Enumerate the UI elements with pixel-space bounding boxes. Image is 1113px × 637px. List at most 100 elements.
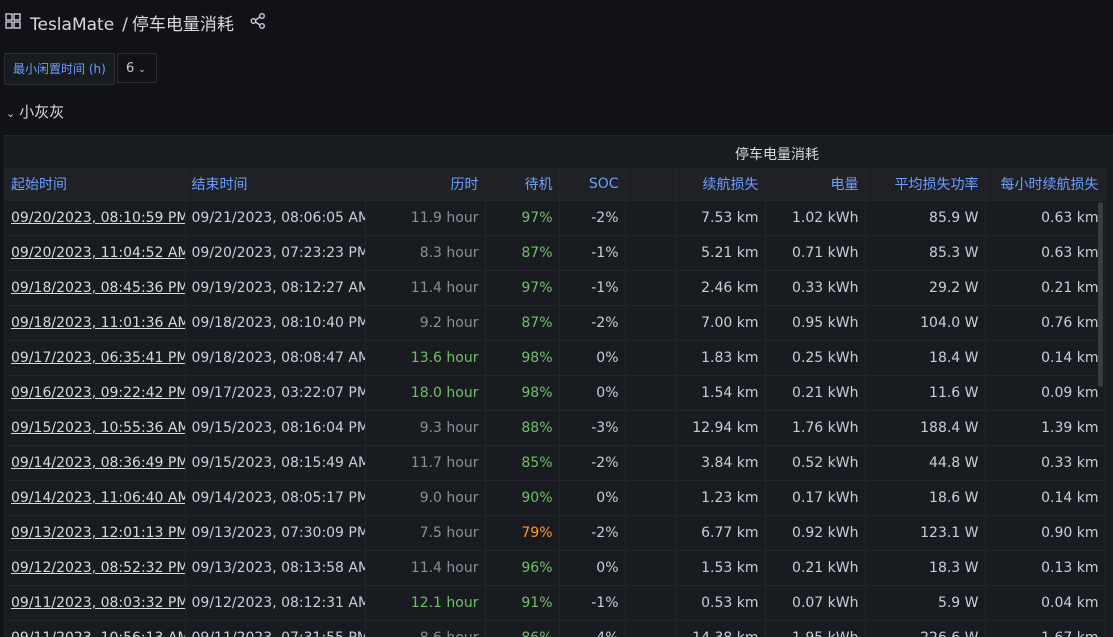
range-loss-cell: 14.38 km xyxy=(675,621,765,637)
standby-cell: 97% xyxy=(485,201,559,236)
blank-cell xyxy=(625,376,675,411)
min-idle-time-select[interactable]: 6⌄ xyxy=(117,53,157,83)
start-time-link[interactable]: 09/20/2023, 11:04:52 AM xyxy=(5,236,185,271)
start-time-link[interactable]: 09/13/2023, 12:01:13 PM xyxy=(5,516,185,551)
row-collapse-toggle[interactable]: ⌄小灰灰 xyxy=(6,101,64,122)
energy-cell: 0.52 kWh xyxy=(765,446,865,481)
range-loss-cell: 12.94 km xyxy=(675,411,765,446)
breadcrumb: TeslaMate/停车电量消耗 xyxy=(30,10,234,35)
start-time-link[interactable]: 09/14/2023, 11:06:40 AM xyxy=(5,481,185,516)
standby-cell: 79% xyxy=(485,516,559,551)
dashboards-grid-icon[interactable] xyxy=(5,13,21,29)
duration-cell: 13.6 hour xyxy=(365,341,485,376)
end-time-cell: 09/11/2023, 07:31:55 PM xyxy=(185,621,365,637)
standby-cell: 98% xyxy=(485,341,559,376)
start-time-link[interactable]: 09/12/2023, 08:52:32 PM xyxy=(5,551,185,586)
avg-power-cell: 44.8 W xyxy=(865,446,985,481)
range-per-hour-cell: 0.63 km xyxy=(985,236,1105,271)
soc-cell: 0% xyxy=(559,481,625,516)
blank-cell xyxy=(625,516,675,551)
column-header[interactable]: 续航损失 xyxy=(675,168,765,201)
duration-cell: 11.4 hour xyxy=(365,551,485,586)
avg-power-cell: 123.1 W xyxy=(865,516,985,551)
avg-power-cell: 85.9 W xyxy=(865,201,985,236)
table-header: 起始时间 结束时间 历时 待机 SOC 续航损失 电量 平均损失功率 每小时续航… xyxy=(5,168,1105,201)
avg-power-cell: 104.0 W xyxy=(865,306,985,341)
start-time-link[interactable]: 09/20/2023, 08:10:59 PM xyxy=(5,201,185,236)
soc-cell: -1% xyxy=(559,586,625,621)
range-loss-cell: 1.53 km xyxy=(675,551,765,586)
blank-cell xyxy=(625,271,675,306)
start-time-link[interactable]: 09/14/2023, 08:36:49 PM xyxy=(5,446,185,481)
column-header[interactable]: 起始时间 xyxy=(5,168,185,201)
standby-cell: 88% xyxy=(485,411,559,446)
dashboard-title[interactable]: 停车电量消耗 xyxy=(132,15,234,35)
soc-cell: -2% xyxy=(559,306,625,341)
breadcrumb-app[interactable]: TeslaMate xyxy=(30,15,114,35)
end-time-cell: 09/13/2023, 08:13:58 AM xyxy=(185,551,365,586)
energy-cell: 0.71 kWh xyxy=(765,236,865,271)
range-loss-cell: 2.46 km xyxy=(675,271,765,306)
blank-cell xyxy=(625,586,675,621)
blank-cell xyxy=(625,446,675,481)
range-per-hour-cell: 0.13 km xyxy=(985,551,1105,586)
end-time-cell: 09/17/2023, 03:22:07 PM xyxy=(185,376,365,411)
range-per-hour-cell: 1.39 km xyxy=(985,411,1105,446)
column-header[interactable]: 结束时间 xyxy=(185,168,365,201)
standby-cell: 90% xyxy=(485,481,559,516)
range-loss-cell: 6.77 km xyxy=(675,516,765,551)
end-time-cell: 09/18/2023, 08:10:40 PM xyxy=(185,306,365,341)
standby-cell: 96% xyxy=(485,551,559,586)
start-time-link[interactable]: 09/17/2023, 06:35:41 PM xyxy=(5,341,185,376)
column-header[interactable]: SOC xyxy=(559,168,625,201)
start-time-link[interactable]: 09/15/2023, 10:55:36 AM xyxy=(5,411,185,446)
range-loss-cell: 7.53 km xyxy=(675,201,765,236)
column-header[interactable]: 历时 xyxy=(365,168,485,201)
table-row: 09/18/2023, 08:45:36 PM09/19/2023, 08:12… xyxy=(5,271,1105,306)
parking-energy-panel: 停车电量消耗 起始时间 结束时间 历时 待机 SOC 续航损失 电量 平均损失功… xyxy=(4,135,1113,637)
end-time-cell: 09/12/2023, 08:12:31 AM xyxy=(185,586,365,621)
end-time-cell: 09/19/2023, 08:12:27 AM xyxy=(185,271,365,306)
energy-cell: 0.95 kWh xyxy=(765,306,865,341)
avg-power-cell: 18.4 W xyxy=(865,341,985,376)
duration-cell: 11.9 hour xyxy=(365,201,485,236)
end-time-cell: 09/15/2023, 08:16:04 PM xyxy=(185,411,365,446)
start-time-link[interactable]: 09/11/2023, 10:56:13 AM xyxy=(5,621,185,637)
start-time-link[interactable]: 09/18/2023, 11:01:36 AM xyxy=(5,306,185,341)
avg-power-cell: 188.4 W xyxy=(865,411,985,446)
column-header[interactable]: 待机 xyxy=(485,168,559,201)
column-header[interactable] xyxy=(625,168,675,201)
table-row: 09/14/2023, 11:06:40 AM09/14/2023, 08:05… xyxy=(5,481,1105,516)
range-per-hour-cell: 0.14 km xyxy=(985,481,1105,516)
column-header[interactable]: 平均损失功率 xyxy=(865,168,985,201)
column-header[interactable]: 电量 xyxy=(765,168,865,201)
soc-cell: -3% xyxy=(559,411,625,446)
end-time-cell: 09/14/2023, 08:05:17 PM xyxy=(185,481,365,516)
row-title: 小灰灰 xyxy=(19,103,64,121)
avg-power-cell: 18.3 W xyxy=(865,551,985,586)
energy-cell: 0.92 kWh xyxy=(765,516,865,551)
energy-cell: 0.25 kWh xyxy=(765,341,865,376)
blank-cell xyxy=(625,236,675,271)
start-time-link[interactable]: 09/11/2023, 08:03:32 PM xyxy=(5,586,185,621)
range-loss-cell: 1.54 km xyxy=(675,376,765,411)
range-per-hour-cell: 0.63 km xyxy=(985,201,1105,236)
duration-cell: 9.3 hour xyxy=(365,411,485,446)
column-header[interactable]: 每小时续航损失 xyxy=(985,168,1105,201)
energy-cell: 1.76 kWh xyxy=(765,411,865,446)
energy-cell: 1.95 kWh xyxy=(765,621,865,637)
range-per-hour-cell: 0.14 km xyxy=(985,341,1105,376)
share-icon[interactable] xyxy=(249,12,267,30)
duration-cell: 9.2 hour xyxy=(365,306,485,341)
range-loss-cell: 7.00 km xyxy=(675,306,765,341)
standby-cell: 98% xyxy=(485,376,559,411)
range-per-hour-cell: 0.90 km xyxy=(985,516,1105,551)
table-row: 09/16/2023, 09:22:42 PM09/17/2023, 03:22… xyxy=(5,376,1105,411)
table-scrollbar[interactable] xyxy=(1098,202,1103,387)
energy-cell: 0.21 kWh xyxy=(765,551,865,586)
start-time-link[interactable]: 09/16/2023, 09:22:42 PM xyxy=(5,376,185,411)
end-time-cell: 09/15/2023, 08:15:49 AM xyxy=(185,446,365,481)
soc-cell: -2% xyxy=(559,446,625,481)
start-time-link[interactable]: 09/18/2023, 08:45:36 PM xyxy=(5,271,185,306)
table-row: 09/11/2023, 08:03:32 PM09/12/2023, 08:12… xyxy=(5,586,1105,621)
